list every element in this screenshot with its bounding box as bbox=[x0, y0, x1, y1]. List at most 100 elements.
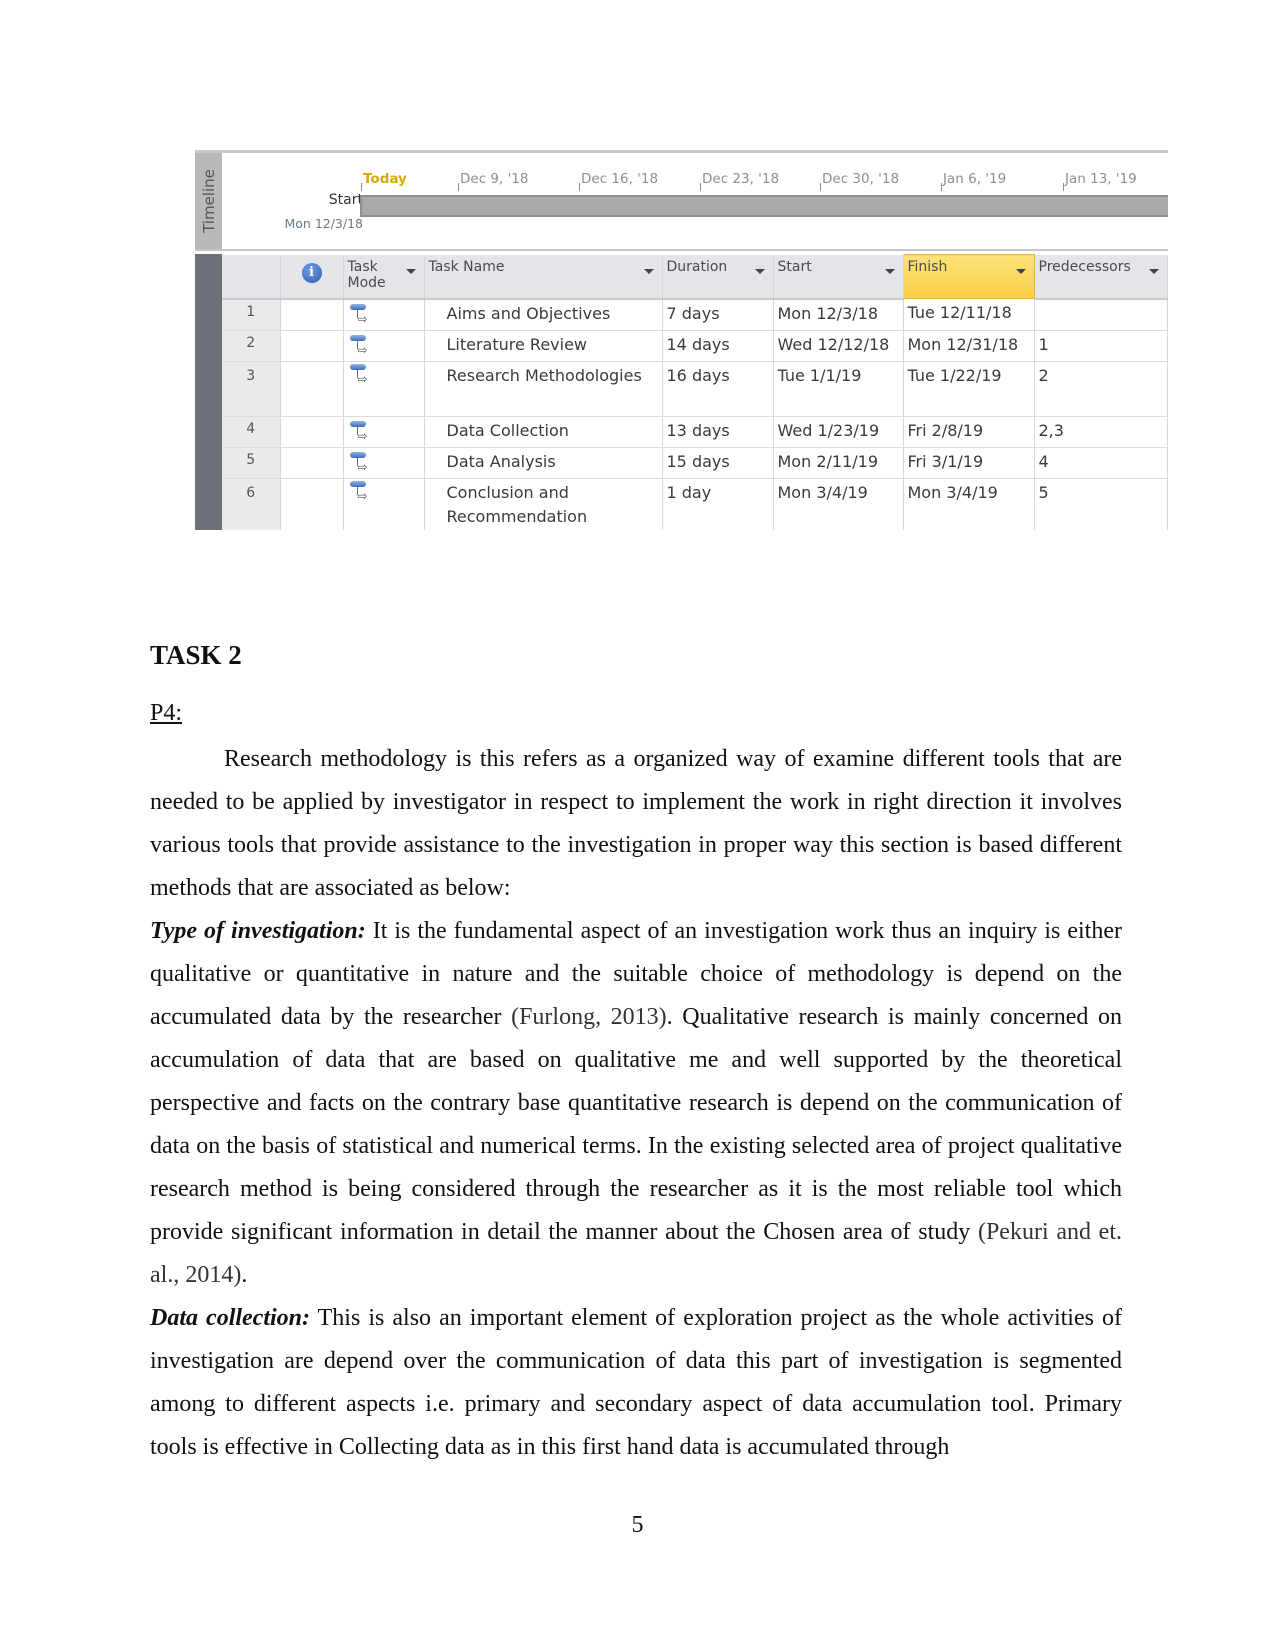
row-id-cell[interactable]: 3 bbox=[222, 361, 281, 417]
column-header-label: Duration bbox=[666, 258, 728, 275]
predecessors-cell[interactable]: 4 bbox=[1034, 447, 1168, 479]
table-row[interactable]: 1 ⇨ Aims and Objectives 7 days Mon 12/3/18 Tu… bbox=[222, 298, 1168, 331]
table-row[interactable]: 2 ⇨ Literature Review 14 days Wed 12/12/18 Mo… bbox=[222, 330, 1168, 362]
auto-scheduled-task-icon: ⇨ bbox=[349, 363, 372, 386]
task-mode-cell[interactable]: ⇨ bbox=[343, 298, 425, 331]
dropdown-caret-icon[interactable] bbox=[754, 268, 765, 274]
column-header-id[interactable] bbox=[222, 254, 281, 300]
timeline-tick: Jan 13, '19 bbox=[1063, 171, 1137, 191]
column-header-start[interactable]: Start bbox=[773, 254, 904, 300]
column-header-task-mode[interactable]: Task Mode bbox=[343, 254, 425, 300]
dropdown-caret-icon[interactable] bbox=[1148, 268, 1159, 274]
finish-cell[interactable]: Tue 12/11/18 bbox=[903, 298, 1035, 331]
row-id-cell[interactable]: 2 bbox=[222, 330, 281, 362]
task-name-cell[interactable]: Aims and Objectives bbox=[424, 298, 663, 331]
paragraph-lead: Type of investigation: bbox=[150, 918, 366, 944]
column-header-finish[interactable]: Finish bbox=[902, 254, 1035, 299]
dropdown-caret-icon[interactable] bbox=[643, 268, 654, 274]
dropdown-caret-icon[interactable] bbox=[405, 268, 416, 274]
table-row[interactable]: 6 ⇨ Conclusion and Recommendation 1 day Mon … bbox=[222, 478, 1168, 530]
row-id-cell[interactable]: 5 bbox=[222, 447, 281, 479]
duration-cell[interactable]: 1 day bbox=[662, 478, 774, 530]
timeline-tick: Jan 6, '19 bbox=[940, 171, 1007, 191]
column-header-duration[interactable]: Duration bbox=[662, 254, 774, 300]
indicator-cell[interactable] bbox=[280, 330, 344, 362]
data-collection-paragraph: Data collection: This is also an importa… bbox=[150, 1297, 1122, 1469]
column-header-task-name[interactable]: Task Name bbox=[424, 254, 663, 300]
predecessors-cell[interactable]: 2 bbox=[1034, 361, 1168, 417]
column-header-predecessors[interactable]: Predecessors bbox=[1034, 254, 1168, 300]
column-header-label: Task Name bbox=[428, 258, 505, 275]
task-name-cell[interactable]: Conclusion and Recommendation bbox=[424, 478, 663, 530]
paragraph-text: . bbox=[241, 1262, 248, 1288]
indicator-cell[interactable] bbox=[280, 361, 344, 417]
table-row[interactable]: 3 ⇨ Research Methodologies 16 days Tue 1/1/1… bbox=[222, 361, 1168, 417]
body-text: Research methodology is this refers as a… bbox=[150, 738, 1122, 1469]
indicator-cell[interactable] bbox=[280, 447, 344, 479]
finish-cell[interactable]: Fri 3/1/19 bbox=[903, 447, 1035, 479]
finish-cell[interactable]: Mon 12/31/18 bbox=[903, 330, 1035, 362]
timeline-tab[interactable]: Timeline bbox=[195, 153, 222, 249]
section-heading: TASK 2 bbox=[150, 640, 242, 670]
page-number: 5 bbox=[631, 1512, 644, 1538]
predecessors-cell[interactable]: 5 bbox=[1034, 478, 1168, 530]
info-icon: i bbox=[301, 262, 322, 283]
duration-cell[interactable]: 16 days bbox=[662, 361, 774, 417]
duration-cell[interactable]: 15 days bbox=[662, 447, 774, 479]
start-cell[interactable]: Tue 1/1/19 bbox=[773, 361, 904, 417]
auto-scheduled-task-icon: ⇨ bbox=[349, 420, 372, 443]
task-table: i Task Mode Task Name Duration Start Fin… bbox=[222, 254, 1168, 530]
paragraph-text: . Qualitative research is mainly concern… bbox=[150, 1004, 1122, 1245]
start-cell[interactable]: Mon 2/11/19 bbox=[773, 447, 904, 479]
predecessors-cell[interactable]: 1 bbox=[1034, 330, 1168, 362]
timeline-today-marker: Today bbox=[361, 171, 407, 191]
task-name-cell[interactable]: Literature Review bbox=[424, 330, 663, 362]
start-cell[interactable]: Wed 12/12/18 bbox=[773, 330, 904, 362]
finish-cell[interactable]: Mon 3/4/19 bbox=[903, 478, 1035, 530]
row-id-cell[interactable]: 1 bbox=[222, 298, 281, 331]
auto-scheduled-task-icon: ⇨ bbox=[349, 303, 372, 326]
document-page: Timeline Start Mon 12/3/18 Today Dec 9, … bbox=[0, 0, 1275, 1651]
finish-cell[interactable]: Tue 1/22/19 bbox=[903, 361, 1035, 417]
timeline-panel: Timeline Start Mon 12/3/18 Today Dec 9, … bbox=[195, 153, 1168, 251]
indicator-cell[interactable] bbox=[280, 298, 344, 331]
start-cell[interactable]: Mon 12/3/18 bbox=[773, 298, 904, 331]
task-name-cell[interactable]: Research Methodologies bbox=[424, 361, 663, 417]
table-row[interactable]: 4 ⇨ Data Collection 13 days Wed 1/23/19 Fri 2… bbox=[222, 416, 1168, 448]
task-mode-cell[interactable]: ⇨ bbox=[343, 478, 425, 530]
task-grid: i Task Mode Task Name Duration Start Fin… bbox=[195, 254, 1168, 530]
task-name-cell[interactable]: Data Analysis bbox=[424, 447, 663, 479]
predecessors-cell[interactable] bbox=[1034, 298, 1168, 331]
dropdown-caret-icon[interactable] bbox=[884, 268, 895, 274]
indicator-cell[interactable] bbox=[280, 416, 344, 448]
row-id-cell[interactable]: 4 bbox=[222, 416, 281, 448]
task-mode-cell[interactable]: ⇨ bbox=[343, 361, 425, 417]
indicator-cell[interactable] bbox=[280, 478, 344, 530]
intro-paragraph: Research methodology is this refers as a… bbox=[150, 746, 1122, 901]
task-mode-cell[interactable]: ⇨ bbox=[343, 330, 425, 362]
timeline-project-bar[interactable] bbox=[360, 195, 1168, 217]
row-id-cell[interactable]: 6 bbox=[222, 478, 281, 530]
project-gantt-screenshot: Timeline Start Mon 12/3/18 Today Dec 9, … bbox=[195, 150, 1168, 530]
predecessors-cell[interactable]: 2,3 bbox=[1034, 416, 1168, 448]
grid-side-bar bbox=[195, 254, 222, 530]
start-cell[interactable]: Wed 1/23/19 bbox=[773, 416, 904, 448]
paragraph-lead: Data collection: bbox=[150, 1305, 311, 1331]
task-name-cell[interactable]: Data Collection bbox=[424, 416, 663, 448]
timeline-tick: Dec 9, '18 bbox=[457, 171, 529, 191]
timeline-tick: Dec 16, '18 bbox=[578, 171, 659, 191]
timeline-tick: Dec 23, '18 bbox=[699, 171, 780, 191]
finish-cell[interactable]: Fri 2/8/19 bbox=[903, 416, 1035, 448]
column-header-info[interactable]: i bbox=[280, 254, 344, 300]
task-mode-cell[interactable]: ⇨ bbox=[343, 447, 425, 479]
type-of-investigation-paragraph: Type of investigation: It is the fundame… bbox=[150, 910, 1122, 1297]
table-row[interactable]: 5 ⇨ Data Analysis 15 days Mon 2/11/19 Fri 3/1… bbox=[222, 447, 1168, 479]
task-mode-cell[interactable]: ⇨ bbox=[343, 416, 425, 448]
duration-cell[interactable]: 14 days bbox=[662, 330, 774, 362]
start-cell[interactable]: Mon 3/4/19 bbox=[773, 478, 904, 530]
column-header-label: Start bbox=[777, 258, 812, 275]
duration-cell[interactable]: 7 days bbox=[662, 298, 774, 331]
subsection-label: P4: bbox=[150, 700, 183, 726]
dropdown-caret-icon[interactable] bbox=[1015, 269, 1026, 274]
duration-cell[interactable]: 13 days bbox=[662, 416, 774, 448]
